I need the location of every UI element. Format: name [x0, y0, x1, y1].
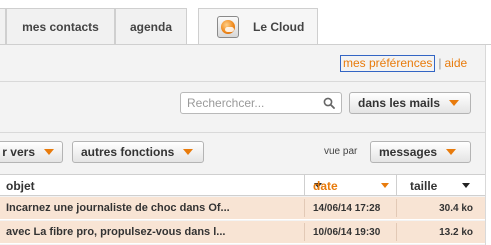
message-size: 13.2 ko [439, 226, 473, 238]
search-icon[interactable] [323, 97, 335, 109]
table-row[interactable]: Incarnez une journaliste de choc dans Of… [0, 197, 485, 220]
tab-cloud-label: Le Cloud [253, 20, 305, 34]
tab-contacts[interactable]: mes contacts [6, 8, 115, 45]
search-input[interactable] [187, 95, 317, 111]
column-size[interactable]: taille [410, 175, 437, 196]
table-row[interactable]: avec La fibre pro, propulsez-vous dans l… [0, 221, 485, 244]
column-subject[interactable]: objet [6, 175, 35, 196]
chevron-down-icon [44, 149, 54, 155]
chevron-down-icon [183, 149, 194, 155]
column-divider[interactable] [304, 175, 305, 196]
other-functions-label: autres fonctions [81, 145, 175, 159]
divider [0, 132, 485, 133]
search-scope-label: dans les mails [358, 96, 441, 110]
scrollbar-edge[interactable] [485, 45, 491, 245]
cloud-app-icon [217, 16, 239, 38]
top-links: mes préférences | aide [340, 54, 467, 72]
column-date[interactable]: date [313, 175, 338, 196]
view-mode-label: messages [379, 145, 438, 159]
cell-divider [304, 223, 305, 241]
help-link[interactable]: aide [445, 56, 468, 70]
chevron-down-icon [446, 149, 457, 155]
divider [0, 81, 485, 82]
move-to-label: r vers [2, 145, 35, 159]
tab-agenda[interactable]: agenda [115, 8, 187, 45]
message-date: 10/06/14 19:30 [313, 226, 381, 238]
tab-cloud[interactable]: Le Cloud [198, 8, 318, 45]
sort-down-icon[interactable] [381, 183, 389, 188]
move-to-dropdown[interactable]: r vers [0, 141, 63, 163]
tab-agenda-label: agenda [129, 20, 172, 34]
sort-down-icon[interactable] [462, 183, 470, 188]
message-subject[interactable]: Incarnez une journaliste de choc dans Of… [6, 197, 296, 219]
column-divider[interactable] [396, 175, 397, 196]
cell-divider [396, 199, 397, 217]
tab-contacts-label: mes contacts [22, 20, 99, 34]
message-table-header: objet date taille [0, 174, 485, 196]
cell-divider [304, 199, 305, 217]
search-box[interactable] [180, 92, 342, 114]
view-mode-dropdown[interactable]: messages [370, 141, 471, 163]
other-functions-dropdown[interactable]: autres fonctions [72, 141, 204, 163]
tab-strip: mes contacts agenda Le Cloud [0, 0, 491, 45]
chevron-down-icon [449, 100, 460, 106]
search-scope-dropdown[interactable]: dans les mails [349, 92, 471, 114]
preferences-link[interactable]: mes préférences [340, 54, 436, 72]
view-by-label: vue par [324, 146, 358, 157]
link-separator: | [438, 56, 442, 70]
message-date: 14/06/14 17:28 [313, 202, 381, 214]
message-size: 30.4 ko [439, 202, 473, 214]
message-subject[interactable]: avec La fibre pro, propulsez-vous dans l… [6, 221, 296, 243]
mail-panel: mes préférences | aide dans les mails r … [0, 44, 491, 245]
cell-divider [396, 223, 397, 241]
